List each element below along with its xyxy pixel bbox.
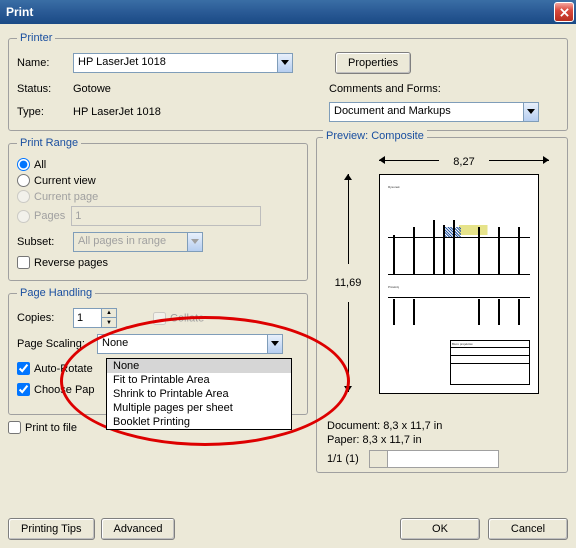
range-current-page-label: Current page bbox=[34, 191, 98, 203]
reverse-pages-label: Reverse pages bbox=[34, 257, 108, 269]
status-label: Status: bbox=[17, 83, 67, 95]
range-current-view-radio[interactable] bbox=[17, 174, 30, 187]
preview-width-dim: 8,27 bbox=[379, 156, 549, 168]
spin-down-icon[interactable]: ▼ bbox=[102, 318, 116, 327]
auto-rotate-checkbox[interactable] bbox=[17, 362, 30, 375]
scaling-option[interactable]: Booklet Printing bbox=[107, 415, 291, 429]
subset-value: All pages in range bbox=[73, 232, 187, 252]
preview-group: Preview: Composite 8,27 11,69 Rysunek bbox=[316, 137, 568, 473]
page-scaling-dropdown-list[interactable]: None Fit to Printable Area Shrink to Pri… bbox=[106, 358, 292, 430]
properties-button[interactable]: Properties bbox=[335, 52, 411, 74]
scaling-option[interactable]: Multiple pages per sheet bbox=[107, 401, 291, 415]
range-all-radio[interactable] bbox=[17, 158, 30, 171]
range-pages-input bbox=[71, 206, 261, 226]
range-current-view-label: Current view bbox=[34, 175, 96, 187]
auto-rotate-label: Auto-Rotate bbox=[34, 363, 93, 375]
scaling-option[interactable]: Shrink to Printable Area bbox=[107, 387, 291, 401]
close-button[interactable] bbox=[554, 2, 574, 22]
comments-select[interactable]: Document and Markups bbox=[329, 102, 539, 122]
title-bar: Print bbox=[0, 0, 576, 24]
collate-checkbox bbox=[153, 312, 166, 325]
preview-paper-size: Paper: 8,3 x 11,7 in bbox=[327, 434, 422, 446]
window-title: Print bbox=[6, 5, 33, 19]
print-to-file-checkbox[interactable] bbox=[8, 421, 21, 434]
comments-value: Document and Markups bbox=[329, 102, 523, 122]
chevron-down-icon bbox=[277, 53, 293, 73]
range-all-label: All bbox=[34, 159, 46, 171]
reverse-pages-checkbox[interactable] bbox=[17, 256, 30, 269]
copies-spinner[interactable]: ▲▼ bbox=[73, 308, 117, 328]
choose-paper-checkbox[interactable] bbox=[17, 383, 30, 396]
scaling-label: Page Scaling: bbox=[17, 338, 91, 350]
cancel-button[interactable]: Cancel bbox=[488, 518, 568, 540]
copies-label: Copies: bbox=[17, 312, 67, 324]
chevron-down-icon bbox=[187, 232, 203, 252]
range-legend: Print Range bbox=[17, 137, 81, 149]
range-pages-label: Pages bbox=[34, 210, 65, 222]
chevron-down-icon bbox=[523, 102, 539, 122]
collate-label: Collate bbox=[170, 312, 204, 324]
subset-select: All pages in range bbox=[73, 232, 203, 252]
range-current-page-radio bbox=[17, 190, 30, 203]
preview-page-indicator: 1/1 (1) bbox=[327, 453, 359, 465]
scaling-option[interactable]: None bbox=[107, 359, 291, 373]
ok-button[interactable]: OK bbox=[400, 518, 480, 540]
printer-group: Printer Name: HP LaserJet 1018 Propertie… bbox=[8, 32, 568, 131]
copies-input[interactable] bbox=[73, 308, 101, 328]
subset-label: Subset: bbox=[17, 236, 67, 248]
page-scaling-value: None bbox=[97, 334, 267, 354]
type-label: Type: bbox=[17, 106, 67, 118]
preview-page: Rysunek bbox=[379, 174, 539, 394]
print-range-group: Print Range All Current view Current pag… bbox=[8, 137, 308, 281]
print-to-file-label: Print to file bbox=[25, 422, 77, 434]
choose-paper-label: Choose Pap bbox=[34, 384, 95, 396]
printing-tips-button[interactable]: Printing Tips bbox=[8, 518, 95, 540]
page-scaling-select[interactable]: None bbox=[97, 334, 283, 354]
handling-legend: Page Handling bbox=[17, 287, 95, 299]
spin-up-icon[interactable]: ▲ bbox=[102, 309, 116, 318]
type-value: HP LaserJet 1018 bbox=[73, 106, 161, 118]
comments-label: Comments and Forms: bbox=[329, 83, 441, 95]
preview-page-slider[interactable] bbox=[369, 450, 499, 468]
range-pages-radio bbox=[17, 210, 30, 223]
preview-doc-size: Document: 8,3 x 11,7 in bbox=[327, 420, 442, 432]
preview-height-dim: 11,69 bbox=[331, 174, 365, 392]
printer-name-select[interactable]: HP LaserJet 1018 bbox=[73, 53, 293, 73]
printer-legend: Printer bbox=[17, 32, 55, 44]
name-label: Name: bbox=[17, 57, 67, 69]
preview-legend: Preview: Composite bbox=[323, 130, 427, 142]
preview-width-value: 8,27 bbox=[453, 156, 474, 168]
printer-name-value: HP LaserJet 1018 bbox=[73, 53, 277, 73]
chevron-down-icon bbox=[267, 334, 283, 354]
status-value: Gotowe bbox=[73, 83, 111, 95]
scaling-option[interactable]: Fit to Printable Area bbox=[107, 373, 291, 387]
close-icon bbox=[560, 8, 569, 17]
advanced-button[interactable]: Advanced bbox=[101, 518, 176, 540]
preview-height-value: 11,69 bbox=[335, 277, 362, 289]
